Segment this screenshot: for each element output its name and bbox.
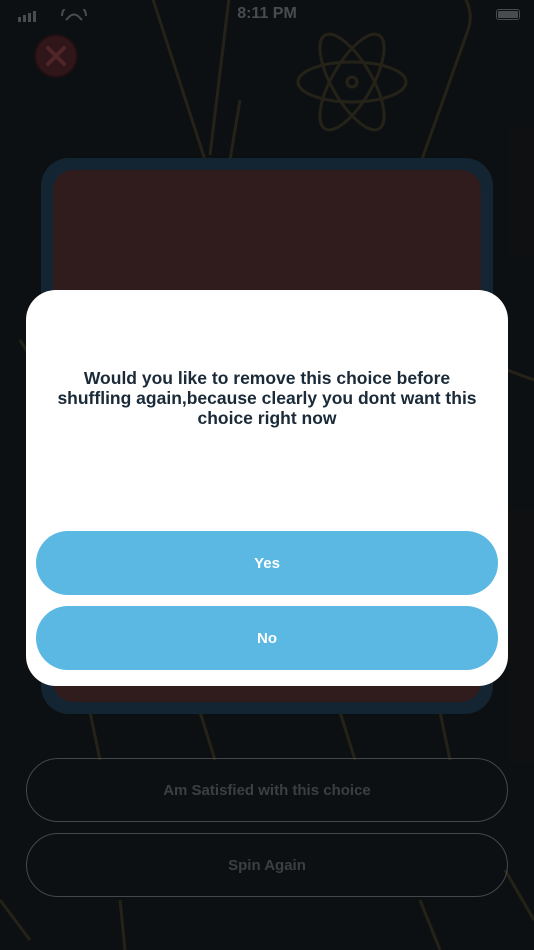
yes-button[interactable]: Yes [36,531,498,595]
dialog-message: Would you like to remove this choice bef… [57,368,477,428]
remove-choice-dialog: Would you like to remove this choice bef… [26,290,508,686]
no-button[interactable]: No [36,606,498,670]
